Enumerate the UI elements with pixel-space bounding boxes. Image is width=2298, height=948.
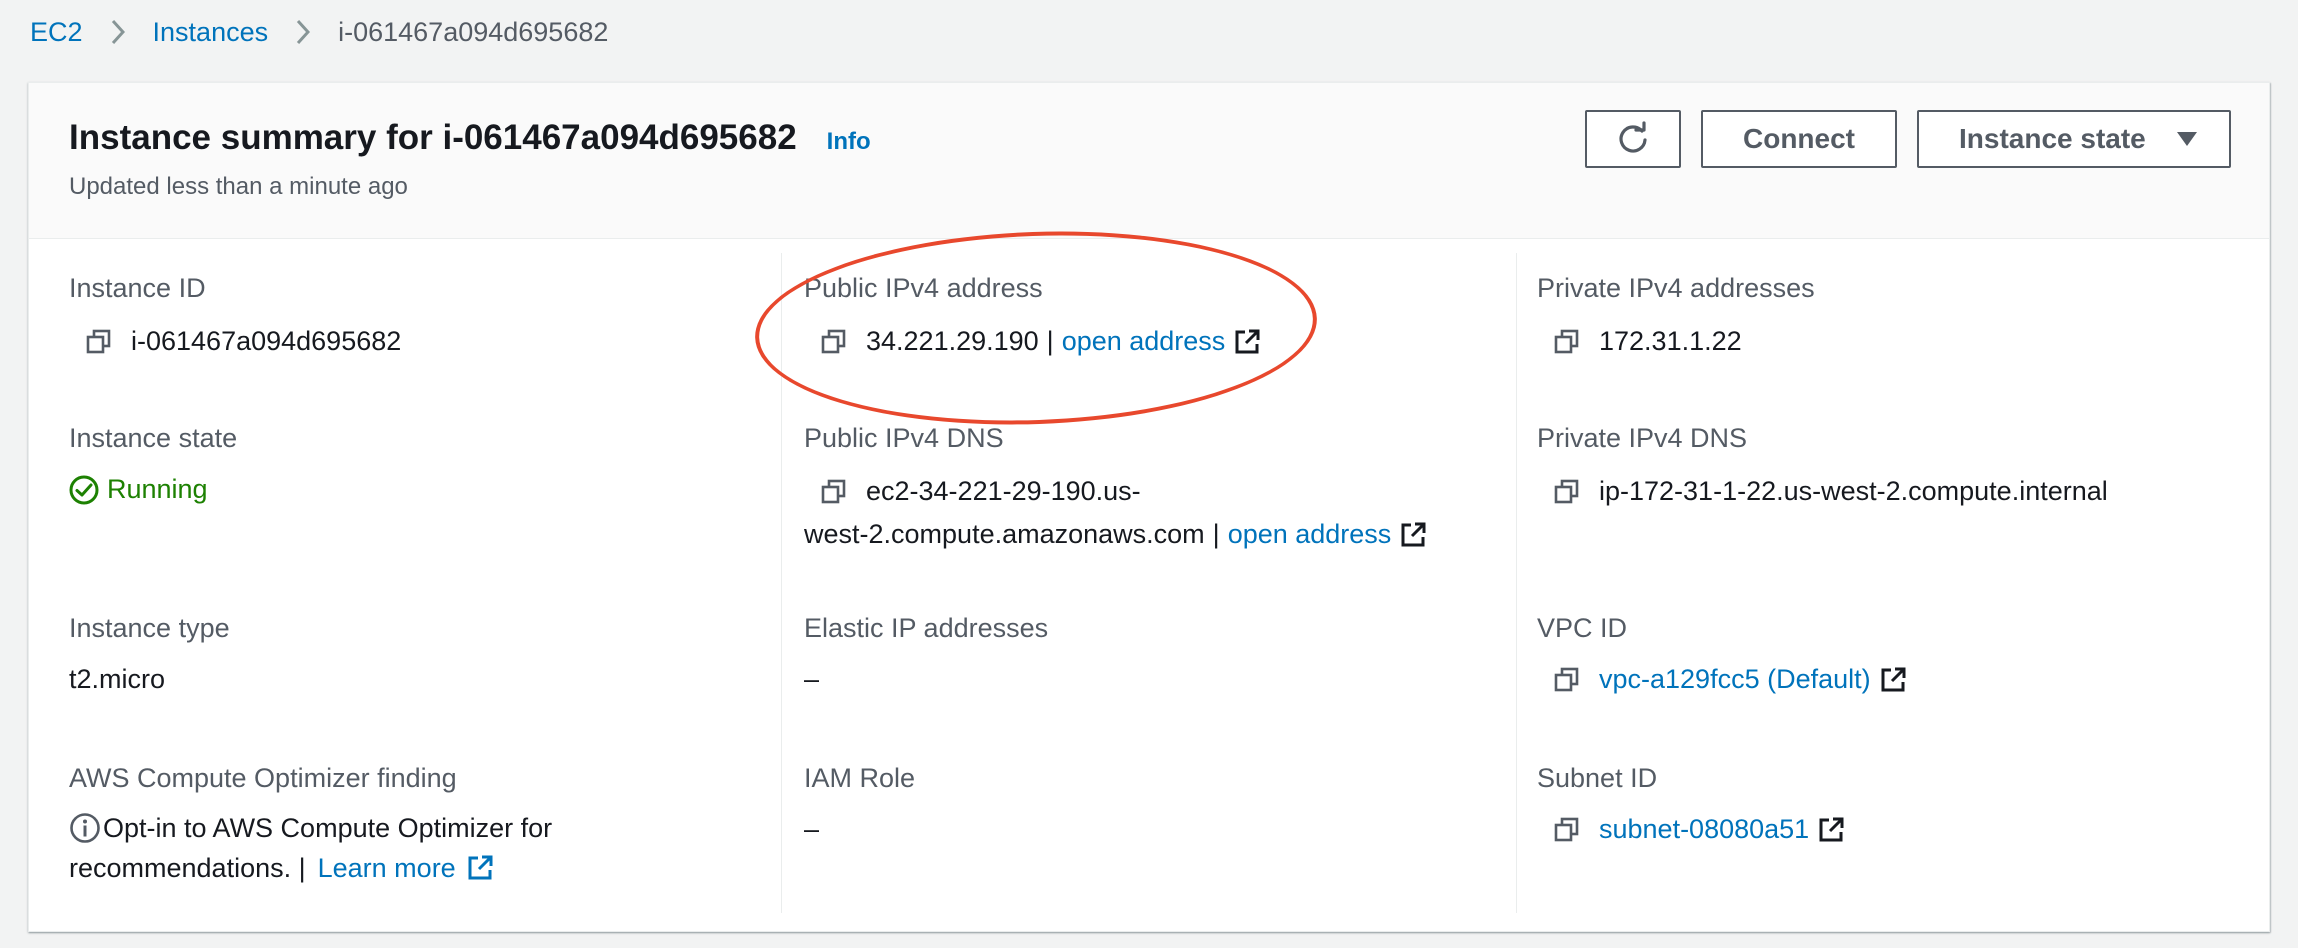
chevron-right-icon [296,19,311,45]
breadcrumb-instances[interactable]: Instances [153,17,269,48]
copy-icon[interactable] [1553,328,1581,356]
instance-state-dropdown[interactable]: Instance state [1917,110,2231,168]
private-dns-value: ip-172-31-1-22.us-west-2.compute.interna… [1599,476,2108,506]
info-circle-icon [69,812,101,844]
external-link-icon [1233,328,1261,356]
instance-type-value: t2.micro [69,664,166,694]
field-elastic-ip: Elastic IP addresses – [804,613,1048,695]
breadcrumb-ec2[interactable]: EC2 [30,17,83,48]
private-dns-label: Private IPv4 DNS [1537,423,1748,453]
copy-icon[interactable] [820,328,848,356]
separator: | [1212,519,1220,549]
external-link-icon [1879,666,1907,694]
vpc-id-link[interactable]: vpc-a129fcc5 (Default) [1599,664,1871,695]
breadcrumb-current: i-061467a094d695682 [338,16,609,47]
field-iam-role: IAM Role – [804,763,915,845]
instance-state-field-label: Instance state [69,423,238,453]
public-ipv4-label: Public IPv4 address [804,273,1043,303]
instance-state-label: Instance state [1959,123,2146,154]
field-compute-optimizer: AWS Compute Optimizer finding Opt-in to … [69,763,552,888]
public-dns-value-line1: ec2-34-221-29-190.us- [866,476,1141,506]
elastic-ip-label: Elastic IP addresses [804,613,1049,643]
external-link-icon [1817,816,1845,844]
chevron-right-icon [111,19,125,45]
subnet-id-link[interactable]: subnet-08080a51 [1599,814,1809,845]
copy-icon[interactable] [1553,816,1581,844]
check-circle-icon [69,475,99,505]
field-instance-state: Instance state Running [69,423,237,505]
refresh-button[interactable] [1585,110,1681,168]
page-title-text: Instance summary for i-061467a094d695682 [69,118,797,157]
external-link-icon [466,854,494,882]
public-ipv4-value: 34.221.29.190 [866,326,1039,356]
public-dns-value-line2: west-2.compute.amazonaws.com [804,519,1205,549]
instance-id-value: i-061467a094d695682 [131,326,402,356]
field-instance-type: Instance type t2.micro [69,613,230,695]
copy-icon[interactable] [820,478,848,506]
copy-icon[interactable] [1553,666,1581,694]
instance-id-label: Instance ID [69,273,206,303]
optimizer-text: Opt-in to AWS Compute Optimizer for [103,813,553,843]
iam-role-value: – [804,814,820,844]
page-title: Instance summary for i-061467a094d695682… [69,118,871,158]
instance-type-label: Instance type [69,613,230,643]
public-dns-label: Public IPv4 DNS [804,423,1004,453]
field-public-dns: Public IPv4 DNS ec2-34-221-29-190.us- we… [804,423,1427,550]
vpc-id-label: VPC ID [1537,613,1628,643]
external-link-icon [1399,521,1427,549]
panel-header: Instance summary for i-061467a094d695682… [29,83,2269,239]
instance-state-value: Running [107,474,208,504]
subnet-id-label: Subnet ID [1537,763,1658,793]
optimizer-text-2: recommendations. | [69,853,306,883]
updated-subtitle: Updated less than a minute ago [69,173,408,200]
separator: | [1046,326,1054,356]
copy-icon[interactable] [1553,478,1581,506]
status-badge: Running [69,474,237,505]
open-address-link[interactable]: open address [1062,326,1226,357]
elastic-ip-value: – [804,664,820,694]
field-subnet-id: Subnet ID subnet-08080a51 [1537,763,1845,845]
field-instance-id: Instance ID i-061467a094d695682 [69,273,401,357]
optimizer-label: AWS Compute Optimizer finding [69,763,457,793]
caret-down-icon [2176,131,2198,147]
open-address-link[interactable]: open address [1228,519,1392,550]
info-link[interactable]: Info [827,128,871,156]
breadcrumb: EC2 Instances i-061467a094d695682 [30,12,608,52]
private-ipv4-label: Private IPv4 addresses [1537,273,1815,303]
column-divider [1516,253,1517,913]
field-vpc-id: VPC ID vpc-a129fcc5 (Default) [1537,613,1907,695]
iam-role-label: IAM Role [804,763,916,793]
field-private-dns: Private IPv4 DNS ip-172-31-1-22.us-west-… [1537,423,2108,507]
learn-more-link[interactable]: Learn more [318,848,456,888]
instance-summary-panel: Instance summary for i-061467a094d695682… [28,82,2270,932]
connect-button[interactable]: Connect [1701,110,1897,168]
copy-icon[interactable] [85,328,113,356]
column-divider [781,253,782,913]
private-ipv4-value: 172.31.1.22 [1599,326,1742,356]
field-public-ipv4: Public IPv4 address 34.221.29.190 | open… [804,273,1261,357]
refresh-icon [1615,121,1651,157]
field-private-ipv4: Private IPv4 addresses 172.31.1.22 [1537,273,1815,357]
